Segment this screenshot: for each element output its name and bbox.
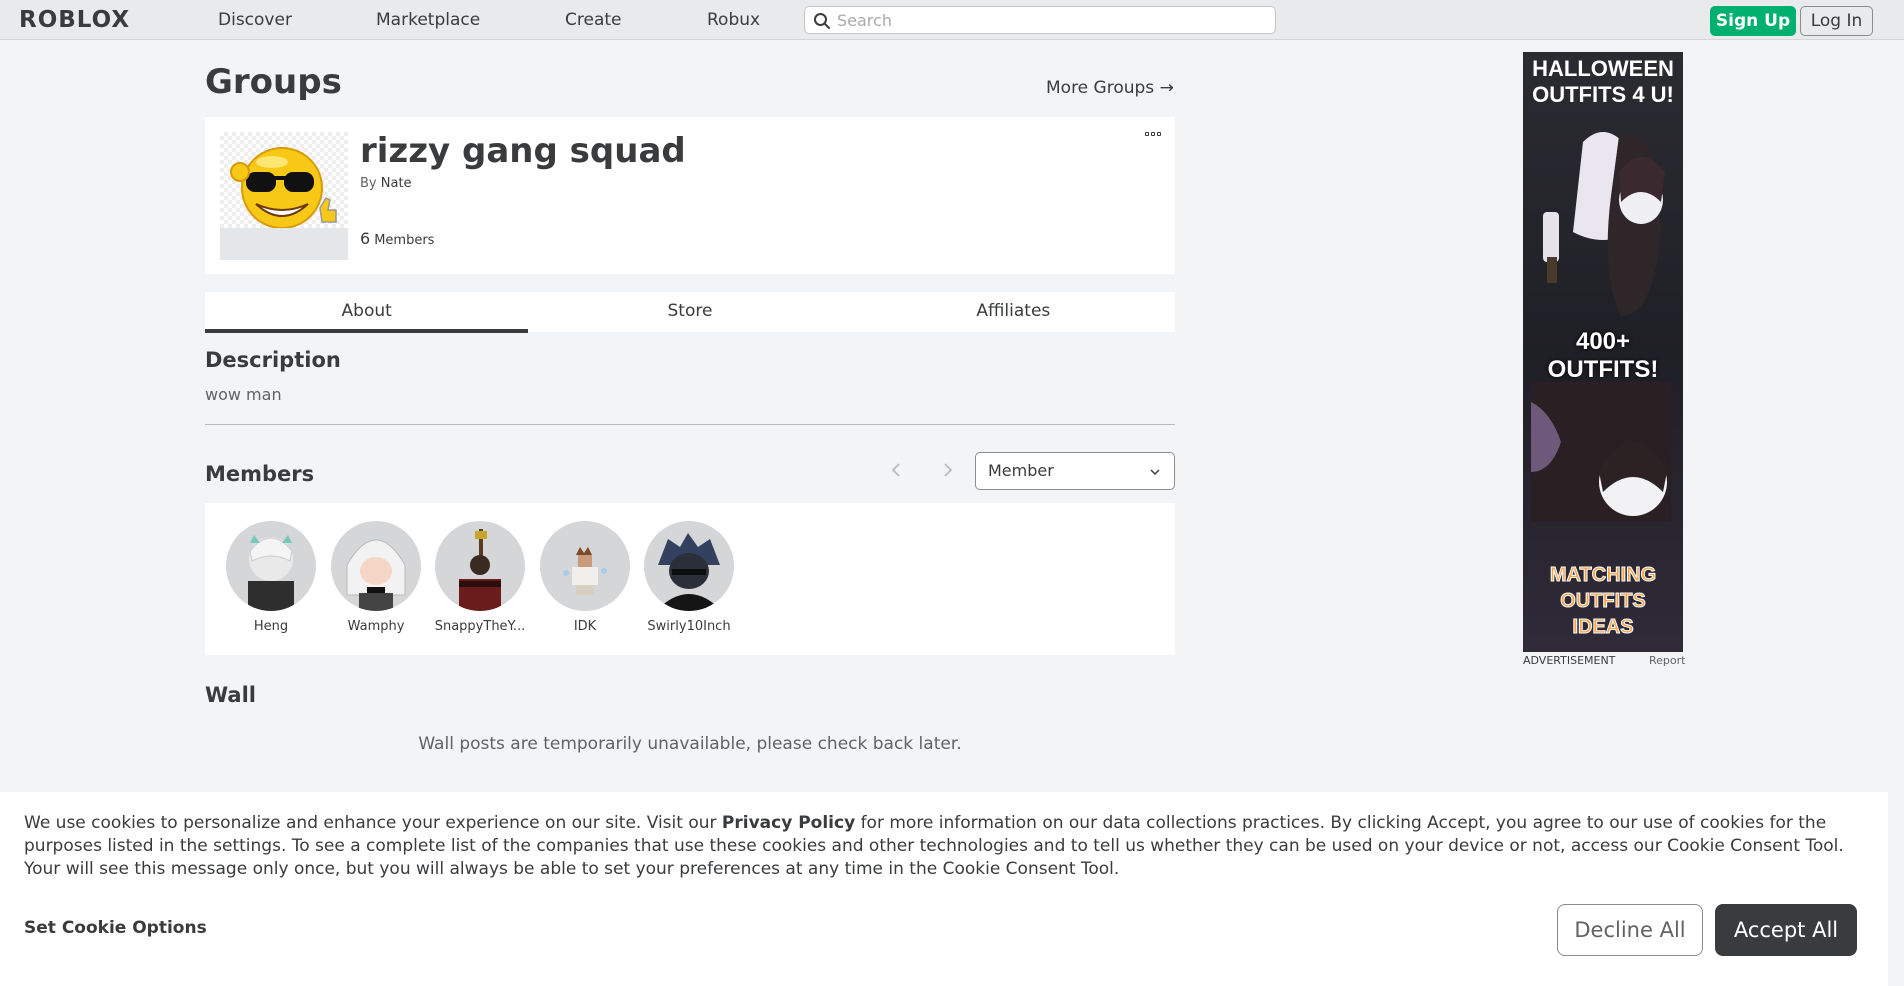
member-item[interactable]: IDK <box>537 521 633 634</box>
search-box[interactable] <box>804 6 1276 34</box>
more-options-icon[interactable] <box>1145 129 1163 139</box>
tab-about[interactable]: About <box>205 292 529 333</box>
member-avatar[interactable] <box>226 521 316 611</box>
description-title: Description <box>205 348 341 372</box>
group-emblem-footer <box>220 228 348 260</box>
set-cookie-options-link[interactable]: Set Cookie Options <box>24 918 207 938</box>
member-name[interactable]: IDK <box>537 619 633 634</box>
members-list: Heng Wamphy SnappyTheY... IDK Swirly10In… <box>205 503 1175 655</box>
group-tabs: About Store Affiliates <box>205 292 1175 333</box>
log-in-button[interactable]: Log In <box>1800 6 1873 36</box>
wall-title: Wall <box>205 683 256 707</box>
top-navigation-bar: ROBLOX Discover Marketplace Create Robux… <box>0 0 1904 40</box>
nav-robux[interactable]: Robux <box>707 10 760 30</box>
group-owner-link[interactable]: Nate <box>381 176 412 191</box>
cookie-text-intro: We use cookies to personalize and enhanc… <box>24 813 722 833</box>
chevron-right-icon[interactable] <box>936 458 960 482</box>
privacy-policy-link[interactable]: Privacy Policy <box>722 813 855 833</box>
member-item[interactable]: Heng <box>223 521 319 634</box>
search-icon <box>814 13 830 29</box>
advertisement-label: ADVERTISEMENT <box>1523 654 1616 667</box>
roblox-logo-wordmark: ROBLOX <box>19 7 131 33</box>
cookie-consent-text: We use cookies to personalize and enhanc… <box>24 812 1864 881</box>
nav-discover[interactable]: Discover <box>218 10 292 30</box>
member-item[interactable]: SnappyTheY... <box>432 521 528 634</box>
advertisement-banner[interactable]: HALLOWEEN OUTFITS 4 U! 400+ OUTFITS! MAT… <box>1523 52 1683 652</box>
tab-store[interactable]: Store <box>528 292 851 332</box>
wall-unavailable-message: Wall posts are temporarily unavailable, … <box>418 734 962 754</box>
member-count-value: 6 <box>360 229 371 248</box>
members-title: Members <box>205 462 315 486</box>
page-title: Groups <box>205 62 342 102</box>
member-name[interactable]: Swirly10Inch <box>641 619 737 634</box>
nav-marketplace[interactable]: Marketplace <box>376 10 480 30</box>
member-count-label: Members <box>374 233 435 248</box>
group-name: rizzy gang squad <box>360 131 686 171</box>
chevron-down-icon <box>1150 469 1160 476</box>
ad-bottom-text: MATCHING OUTFITS IDEAS <box>1549 564 1657 639</box>
section-divider <box>205 424 1175 425</box>
roblox-logo[interactable]: ROBLOX <box>19 7 130 33</box>
cookie-consent-banner: We use cookies to personalize and enhanc… <box>0 792 1888 986</box>
nav-create[interactable]: Create <box>565 10 622 30</box>
member-name[interactable]: Wamphy <box>328 619 424 634</box>
group-owner-line: By Nate <box>360 176 412 191</box>
group-member-count: 6 Members <box>360 229 434 248</box>
more-groups-link[interactable]: More Groups → <box>1046 78 1174 98</box>
sign-up-button[interactable]: Sign Up <box>1710 6 1796 36</box>
tab-affiliates[interactable]: Affiliates <box>852 292 1175 332</box>
member-name[interactable]: SnappyTheY... <box>432 619 528 634</box>
accept-all-button[interactable]: Accept All <box>1715 904 1857 956</box>
description-text: wow man <box>205 385 282 404</box>
member-item[interactable]: Wamphy <box>328 521 424 634</box>
member-avatar[interactable] <box>644 521 734 611</box>
member-avatar[interactable] <box>331 521 421 611</box>
ad-mid-text: 400+ OUTFITS! <box>1547 328 1659 383</box>
member-avatar[interactable] <box>540 521 630 611</box>
search-input[interactable] <box>837 7 1267 33</box>
member-avatar[interactable] <box>435 521 525 611</box>
role-select-value: Member <box>988 461 1054 480</box>
chevron-left-icon[interactable] <box>884 458 908 482</box>
ad-report-link[interactable]: Report <box>1649 654 1685 667</box>
decline-all-button[interactable]: Decline All <box>1557 904 1703 956</box>
role-select[interactable]: Member <box>975 452 1175 490</box>
member-item[interactable]: Swirly10Inch <box>641 521 737 634</box>
group-owner-prefix: By <box>360 176 377 191</box>
member-name[interactable]: Heng <box>223 619 319 634</box>
group-header-card: rizzy gang squad By Nate 6 Members <box>205 117 1175 274</box>
